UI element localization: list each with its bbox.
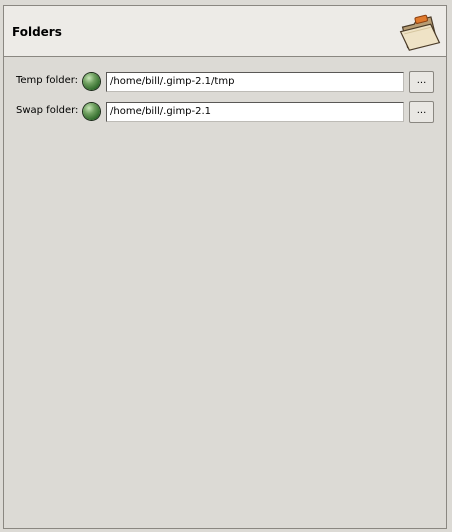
swap-folder-label: Swap folder: (16, 105, 79, 116)
swap-folder-row: Swap folder: /home/bill/.gimp-2.1 ... (4, 101, 446, 123)
panel-header: Folders (4, 6, 446, 57)
folder-ok-icon (83, 103, 100, 120)
temp-folder-browse-button[interactable]: ... (409, 71, 434, 93)
temp-folder-row: Temp folder: /home/bill/.gimp-2.1/tmp ..… (4, 71, 446, 93)
swap-folder-browse-button[interactable]: ... (409, 101, 434, 123)
folder-icon (396, 9, 444, 53)
page-title: Folders (12, 25, 62, 39)
swap-folder-input[interactable]: /home/bill/.gimp-2.1 (106, 102, 404, 122)
temp-folder-input[interactable]: /home/bill/.gimp-2.1/tmp (106, 72, 404, 92)
folder-ok-icon (83, 73, 100, 90)
folders-panel: Folders Temp folder: /home/bill/.gimp-2.… (3, 5, 447, 529)
temp-folder-label: Temp folder: (16, 75, 79, 86)
